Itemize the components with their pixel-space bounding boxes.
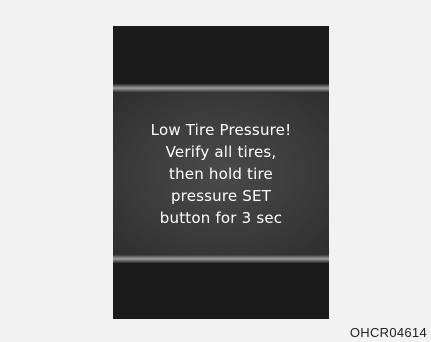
message-line: Verify all tires,: [165, 142, 277, 161]
message-line: pressure SET: [170, 186, 272, 205]
message-line: button for 3 sec: [159, 208, 283, 227]
display-divider-top: [113, 84, 329, 92]
warning-message: Low Tire Pressure! Verify all tires, the…: [151, 119, 292, 229]
message-line: then hold tire: [169, 164, 273, 183]
message-line: Low Tire Pressure!: [150, 120, 292, 139]
cluster-display: Low Tire Pressure! Verify all tires, the…: [113, 26, 329, 319]
figure-code-label: OHCR04614: [349, 325, 427, 340]
warning-message-panel: Low Tire Pressure! Verify all tires, the…: [113, 92, 329, 255]
display-divider-bottom: [113, 255, 329, 263]
